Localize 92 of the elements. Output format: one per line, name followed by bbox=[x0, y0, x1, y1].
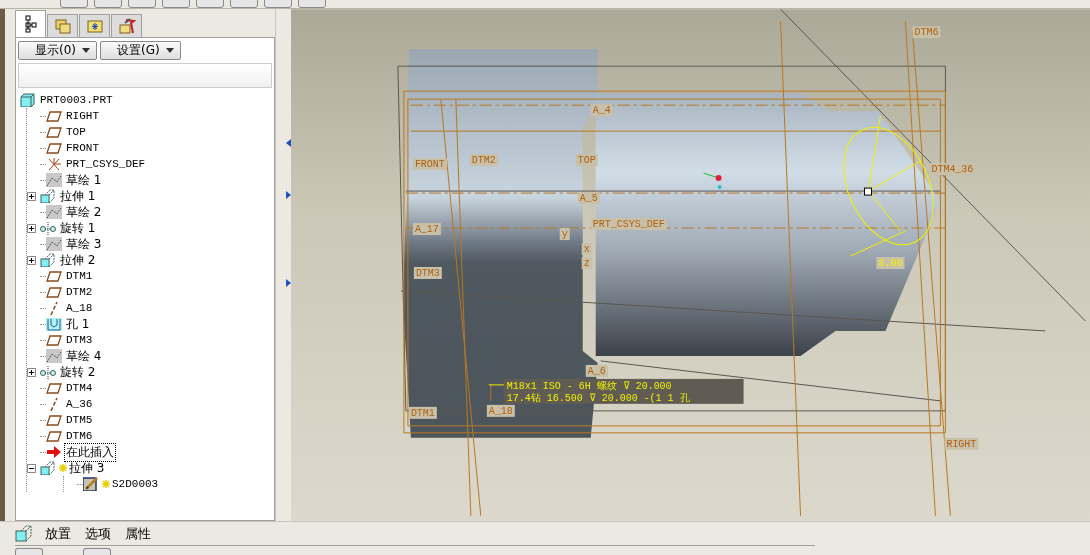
tree-item[interactable]: RIGHT bbox=[65, 110, 100, 122]
tree-item[interactable]: TOP bbox=[65, 126, 87, 138]
sketch-icon bbox=[46, 173, 62, 187]
coordinate-system-icon bbox=[46, 157, 62, 171]
model-viewport[interactable]: DTM6 A_4 FRONT DTM2 TOP DTM4_36 A_5 A_17 PRT_CSYS_DEF y x z 8.00 DTM3 A_6 DTM1 A_18 RIGHT M18x1 ISO - 6H 螺纹 ⊽ 20.000 17.4钻 16.500 ⊽ 20.000 -(1 1 孔 bbox=[290, 9, 1090, 521]
datum-label: z bbox=[581, 257, 592, 269]
tree-item[interactable]: A_18 bbox=[65, 302, 94, 314]
extrude-icon bbox=[40, 253, 56, 267]
datum-plane-icon bbox=[46, 381, 62, 395]
tree-item[interactable]: 旋转 2 bbox=[59, 363, 97, 381]
plus-icon bbox=[28, 368, 35, 376]
tree-item[interactable]: DTM6 bbox=[65, 430, 94, 442]
dashboard-tab[interactable]: 放置 bbox=[43, 524, 73, 543]
datum-label: DTM4_36 bbox=[929, 163, 976, 176]
tree-item[interactable]: DTM1 bbox=[65, 270, 94, 282]
dashboard-tab[interactable]: 属性 bbox=[123, 524, 153, 543]
datum-plane-icon bbox=[46, 125, 62, 139]
datum-label: A_17 bbox=[412, 223, 441, 236]
datum-plane-icon bbox=[46, 269, 62, 283]
datum-label: A_4 bbox=[590, 104, 613, 117]
hole-note-label: M18x1 ISO - 6H 螺纹 ⊽ 20.000 17.4钻 16.500 ⊽ 20.000 -(1 1 孔 bbox=[488, 378, 744, 404]
plus-icon bbox=[28, 224, 35, 232]
expand-toggle[interactable] bbox=[27, 255, 36, 265]
datum-label: TOP bbox=[575, 154, 598, 167]
tree-item[interactable]: A_36 bbox=[65, 398, 94, 410]
tree-item[interactable]: 旋转 1 bbox=[59, 219, 97, 237]
tree-item[interactable]: DTM4 bbox=[65, 382, 94, 394]
datum-plane-icon bbox=[46, 333, 62, 347]
filter-field[interactable] bbox=[18, 63, 272, 88]
hole-icon bbox=[46, 317, 62, 331]
collapse-arrow-icon[interactable] bbox=[285, 279, 291, 287]
tree-item[interactable]: 拉伸 3 bbox=[68, 459, 106, 477]
datum-label: y bbox=[559, 228, 570, 241]
tree-item[interactable]: 草绘 1 bbox=[65, 171, 103, 189]
tree-item[interactable]: 在此插入 bbox=[65, 443, 115, 461]
tree-item[interactable]: DTM3 bbox=[65, 334, 94, 346]
tree-item[interactable]: 草绘 3 bbox=[65, 235, 103, 253]
expand-toggle[interactable] bbox=[27, 367, 36, 377]
navigator-tab[interactable] bbox=[15, 10, 46, 37]
navigator-tab[interactable] bbox=[111, 14, 142, 37]
datum-label: PRT_CSYS_DEF bbox=[590, 218, 667, 231]
tree-item[interactable]: 拉伸 2 bbox=[59, 251, 97, 269]
extrude-icon bbox=[15, 524, 33, 543]
tree-item[interactable]: DTM5 bbox=[65, 414, 94, 426]
tree-item[interactable]: PRT_CSYS_DEF bbox=[65, 158, 147, 170]
caret-icon bbox=[82, 48, 90, 53]
tree-item[interactable]: 孔 1 bbox=[65, 315, 91, 333]
extrude-icon bbox=[40, 461, 56, 475]
sketch-pencil-icon bbox=[83, 477, 99, 491]
caret-icon bbox=[165, 48, 174, 53]
datum-plane-icon bbox=[46, 285, 62, 299]
dimension-label: 8.00 bbox=[876, 257, 905, 269]
datum-plane-icon bbox=[46, 429, 62, 443]
expand-toggle[interactable] bbox=[27, 191, 36, 201]
datum-label: DTM2 bbox=[469, 154, 498, 167]
part-icon bbox=[20, 93, 36, 107]
tree-item[interactable]: PRT0003.PRT bbox=[39, 94, 114, 106]
sketch-icon bbox=[46, 237, 62, 251]
datum-plane-icon bbox=[46, 109, 62, 123]
datum-label: FRONT bbox=[412, 158, 447, 171]
toolbar-button[interactable] bbox=[15, 548, 43, 555]
tree-item[interactable]: 草绘 4 bbox=[65, 347, 103, 365]
tree-item[interactable]: FRONT bbox=[65, 142, 100, 154]
datum-label: DTM6 bbox=[912, 26, 941, 39]
revolve-icon bbox=[40, 365, 56, 379]
expand-toggle[interactable] bbox=[27, 223, 36, 233]
tree-item[interactable]: S2D0003 bbox=[111, 478, 160, 490]
datum-plane-icon bbox=[46, 413, 62, 427]
toolbar-button[interactable] bbox=[83, 548, 111, 555]
collapse-arrow-icon[interactable] bbox=[285, 139, 291, 147]
collapse-arrow-icon[interactable] bbox=[285, 191, 291, 199]
datum-label: DTM3 bbox=[413, 267, 442, 279]
dashboard-tab[interactable]: 选项 bbox=[83, 524, 113, 543]
tree-item[interactable]: 草绘 2 bbox=[65, 203, 103, 221]
arrow-icon bbox=[46, 445, 62, 459]
sketch-icon bbox=[46, 205, 62, 219]
folder-tools-icon bbox=[117, 17, 136, 35]
revolve-icon bbox=[40, 221, 56, 235]
datum-plane-icon bbox=[46, 141, 62, 155]
folders-icon bbox=[53, 17, 72, 35]
tree-item[interactable]: 拉伸 1 bbox=[59, 187, 97, 205]
datum-label: A_5 bbox=[577, 192, 600, 205]
menu-button[interactable]: 显示(0) bbox=[18, 41, 97, 60]
coordinate-marker-icon bbox=[702, 172, 722, 190]
sketch-icon bbox=[46, 349, 62, 363]
datum-label: x bbox=[581, 243, 592, 255]
extrude-icon bbox=[40, 189, 56, 203]
menu-button[interactable]: 设置(G) bbox=[100, 41, 181, 60]
plus-icon bbox=[28, 256, 35, 264]
plus-icon bbox=[28, 192, 35, 200]
expand-toggle[interactable] bbox=[27, 463, 36, 473]
tree-item[interactable]: DTM2 bbox=[65, 286, 94, 298]
